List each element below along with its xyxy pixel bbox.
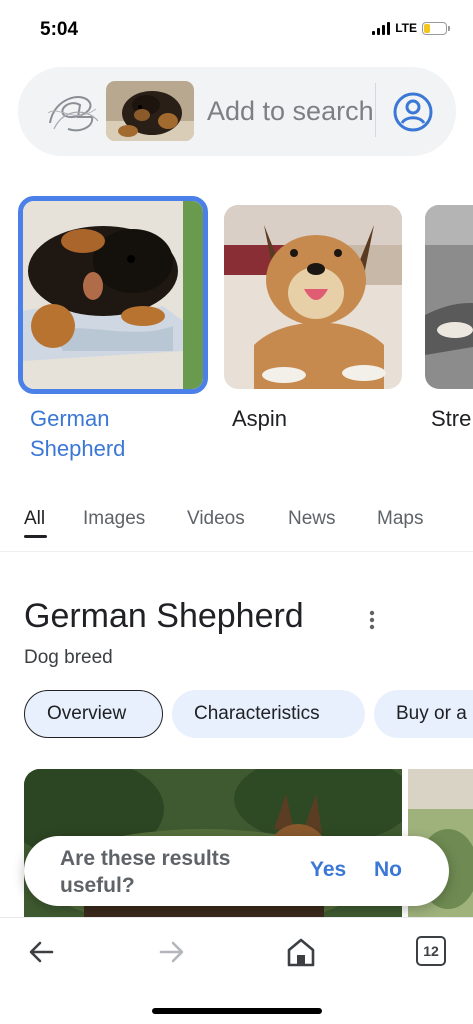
chip-overview[interactable]: Overview	[24, 690, 163, 738]
status-indicators: LTE	[372, 21, 450, 35]
entity-label-german-shepherd[interactable]: German Shepherd	[30, 404, 125, 464]
tab-images[interactable]: Images	[83, 508, 145, 530]
home-indicator[interactable]	[152, 1008, 322, 1014]
search-input[interactable]	[207, 91, 375, 131]
search-divider	[375, 83, 376, 137]
tab-maps[interactable]: Maps	[377, 508, 423, 530]
chip-characteristics[interactable]: Characteristics	[172, 690, 365, 738]
battery-level	[424, 23, 431, 33]
back-arrow-icon[interactable]	[24, 934, 60, 970]
status-time: 5:04	[40, 19, 79, 40]
browser-toolbar: 12	[0, 917, 473, 1024]
entity-image-stre[interactable]	[425, 205, 473, 389]
tab-all-underline	[24, 535, 47, 538]
query-image-thumbnail[interactable]	[106, 81, 194, 141]
knowledge-panel-subtitle: Dog breed	[24, 647, 113, 668]
network-type: LTE	[395, 21, 417, 35]
feedback-question: Are these results useful?	[60, 847, 231, 897]
tab-videos[interactable]: Videos	[187, 508, 245, 530]
entity-image-aspin[interactable]	[224, 205, 402, 389]
feedback-no-button[interactable]: No	[374, 858, 402, 882]
entity-label-stre[interactable]: Stre	[431, 404, 471, 434]
feedback-banner: Are these results useful? Yes No	[24, 836, 449, 906]
more-options-icon[interactable]	[360, 606, 384, 634]
battery-icon	[422, 21, 450, 35]
account-circle-icon[interactable]	[392, 91, 434, 133]
home-icon[interactable]	[283, 934, 319, 970]
cellular-signal-icon	[372, 21, 391, 35]
google-lens-logo-icon	[47, 96, 99, 132]
entity-image-german-shepherd[interactable]	[18, 196, 208, 394]
search-bar[interactable]	[18, 67, 456, 156]
chip-buy-or-adopt[interactable]: Buy or a	[374, 690, 473, 738]
topic-chips: Overview Characteristics Buy or a	[0, 690, 473, 740]
status-bar: 5:04 LTE	[0, 0, 473, 56]
forward-arrow-icon[interactable]	[153, 934, 189, 970]
entity-label-aspin[interactable]: Aspin	[232, 404, 287, 434]
knowledge-panel-title: German Shepherd	[24, 597, 304, 635]
tab-switcher-button[interactable]: 12	[416, 936, 446, 966]
feedback-yes-button[interactable]: Yes	[310, 858, 346, 882]
tab-news[interactable]: News	[288, 508, 336, 530]
search-tabs: All Images Videos News Maps	[0, 496, 473, 552]
visual-matches-carousel[interactable]: German Shepherd Aspin Stre	[0, 196, 473, 476]
tab-all[interactable]: All	[24, 508, 45, 530]
